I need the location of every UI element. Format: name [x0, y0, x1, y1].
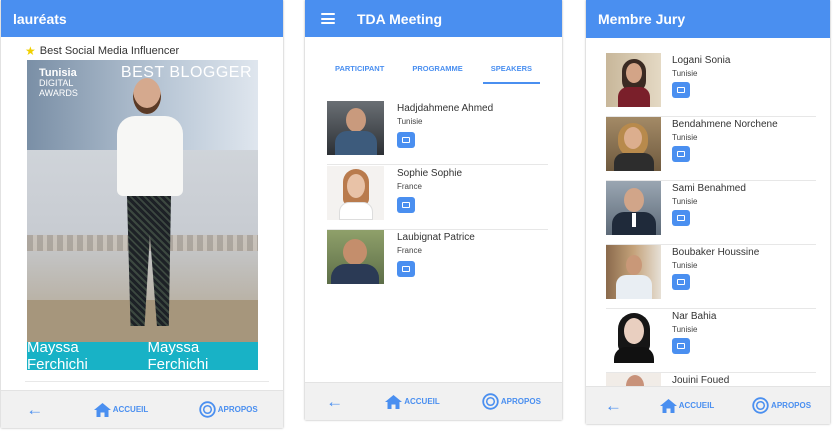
avatar [327, 166, 384, 220]
back-button[interactable]: ← [326, 393, 343, 410]
jury-name: Jouini Foued [672, 375, 730, 386]
speaker-name: Sophie Sophie [397, 168, 463, 179]
tab-participant[interactable]: PARTICIPANT [327, 64, 392, 84]
list-item[interactable]: Nar Bahia Tunisie [606, 309, 816, 373]
jury-country: Tunisie [672, 325, 698, 334]
home-button[interactable]: ACCUEIL [659, 398, 714, 413]
avatar [606, 53, 661, 107]
jury-name: Sami Benahmed [672, 183, 746, 194]
card-icon [677, 343, 685, 349]
app-header: TDA Meeting [305, 0, 562, 37]
avatar [327, 101, 384, 155]
info-circle-icon [482, 393, 499, 410]
tab-programme[interactable]: PROGRAMME [404, 64, 470, 84]
tab-speakers[interactable]: SPEAKERS [482, 64, 540, 84]
speaker-name: Laubignat Patrice [397, 232, 475, 243]
bottom-nav: ← ACCUEIL APROPOS [1, 390, 283, 428]
contact-button[interactable] [672, 210, 690, 226]
award-label: Best Social Media Influencer [39, 45, 180, 57]
avatar [327, 230, 384, 284]
home-icon [93, 402, 111, 417]
photo-caption: Mayssa Ferchichi Mayssa Ferchichi [27, 339, 258, 370]
speaker-figure [115, 76, 185, 346]
hamburger-menu-icon[interactable] [321, 13, 335, 24]
jury-name: Bendahmene Norchene [672, 119, 778, 130]
list-item[interactable]: Bendahmene Norchene Tunisie [606, 117, 816, 181]
page-title: Membre Jury [598, 11, 686, 27]
speaker-country: Tunisie [397, 117, 423, 126]
contact-button[interactable] [672, 146, 690, 162]
speaker-name: Hadjdahmene Ahmed [397, 103, 494, 114]
tda-meeting-screen: TDA Meeting PARTICIPANT PROGRAMME SPEAKE… [305, 0, 562, 420]
info-circle-icon [752, 397, 769, 414]
home-button[interactable]: ACCUEIL [385, 394, 440, 409]
avatar [606, 309, 661, 363]
contact-button[interactable] [672, 82, 690, 98]
jury-country: Tunisie [672, 133, 698, 142]
laureats-screen: lauréats ★ Best Social Media Influencer … [1, 0, 283, 428]
list-item[interactable]: Hadjdahmene Ahmed Tunisie [327, 101, 548, 165]
contact-button[interactable] [397, 132, 415, 148]
contact-button[interactable] [397, 261, 415, 277]
bottom-nav: ← ACCUEIL APROPOS [305, 382, 562, 420]
star-icon: ★ [25, 44, 36, 58]
app-header: lauréats [1, 0, 283, 37]
contact-button[interactable] [397, 197, 415, 213]
list-item[interactable]: Sami Benahmed Tunisie [606, 181, 816, 245]
card-icon [677, 87, 685, 93]
jury-name: Logani Sonia [672, 55, 731, 66]
tab-bar: PARTICIPANT PROGRAMME SPEAKERS [327, 64, 540, 84]
jury-country: Tunisie [672, 197, 698, 206]
about-button[interactable]: APROPOS [199, 401, 258, 418]
about-button[interactable]: APROPOS [752, 397, 811, 414]
back-button[interactable]: ← [26, 401, 43, 418]
list-item[interactable]: Logani Sonia Tunisie [606, 53, 816, 117]
contact-button[interactable] [672, 274, 690, 290]
card-icon [677, 151, 685, 157]
about-button[interactable]: APROPOS [482, 393, 541, 410]
back-button[interactable]: ← [605, 397, 622, 414]
jury-name: Boubaker Houssine [672, 247, 760, 258]
speaker-country: France [397, 182, 422, 191]
list-item[interactable]: Sophie Sophie France [327, 166, 548, 230]
avatar [606, 117, 661, 171]
laureate-photo[interactable]: Tunisia DIGITAL AWARDS BEST BLOGGER Mays… [27, 60, 258, 370]
avatar [606, 245, 661, 299]
jury-screen: Membre Jury Logani Sonia Tunisie Bendahm… [586, 0, 830, 424]
jury-name: Nar Bahia [672, 311, 717, 322]
contact-button[interactable] [672, 338, 690, 354]
home-icon [659, 398, 677, 413]
page-title: lauréats [13, 10, 67, 27]
card-icon [677, 215, 685, 221]
arrow-left-icon: ← [26, 400, 44, 419]
jury-country: Tunisie [672, 69, 698, 78]
award-category: ★ Best Social Media Influencer [25, 44, 179, 58]
info-circle-icon [199, 401, 216, 418]
card-icon [402, 137, 410, 143]
tda-logo: Tunisia DIGITAL AWARDS [39, 67, 78, 99]
jury-country: Tunisie [672, 261, 698, 270]
home-button[interactable]: ACCUEIL [93, 402, 148, 417]
card-icon [677, 279, 685, 285]
home-icon [385, 394, 403, 409]
app-header: Membre Jury [586, 0, 830, 38]
divider [25, 381, 269, 382]
list-item[interactable]: Boubaker Houssine Tunisie [606, 245, 816, 309]
avatar [606, 181, 661, 235]
bottom-nav: ← ACCUEIL APROPOS [586, 386, 830, 424]
card-icon [402, 202, 410, 208]
arrow-left-icon: ← [326, 392, 344, 411]
speaker-country: France [397, 246, 422, 255]
list-item[interactable]: Laubignat Patrice France [327, 230, 548, 294]
arrow-left-icon: ← [604, 396, 622, 415]
page-title: TDA Meeting [357, 10, 443, 27]
card-icon [402, 266, 410, 272]
